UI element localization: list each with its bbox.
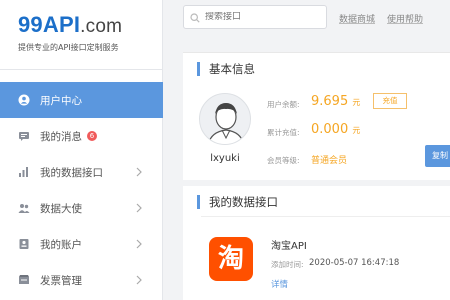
api-detail-link[interactable]: 详情 <box>271 278 288 290</box>
balance-value: 9.695 元 <box>311 94 360 109</box>
logo[interactable]: 99API.com <box>18 12 162 40</box>
sidebar: 99API.com 提供专业的API接口定制服务 用户中心 我的消息 6 我的数… <box>0 0 163 300</box>
sidebar-item-account[interactable]: 我的账户 <box>0 226 163 262</box>
sidebar-item-messages[interactable]: 我的消息 6 <box>0 118 163 154</box>
avatar[interactable] <box>199 93 251 145</box>
total-unit: 元 <box>352 126 361 135</box>
sidebar-item-label: 我的数据接口 <box>40 166 103 179</box>
top-bar: 数据商城 使用帮助 <box>163 0 450 38</box>
sidebar-nav: 用户中心 我的消息 6 我的数据接口 数据大使 我的账户 发票管理 <box>0 82 163 298</box>
search-input[interactable] <box>205 12 315 22</box>
recharge-button[interactable]: 充值 <box>373 93 407 109</box>
sidebar-item-label: 我的账户 <box>40 238 82 251</box>
balance-unit: 元 <box>352 98 361 107</box>
logo-main: 99API <box>18 12 81 37</box>
added-time-label: 添加时间: <box>271 260 304 269</box>
search-box[interactable] <box>183 5 327 29</box>
message-icon <box>18 130 30 142</box>
logo-suffix: .com <box>80 16 123 37</box>
sidebar-item-user-center[interactable]: 用户中心 <box>0 82 163 118</box>
chevron-right-icon <box>133 274 145 286</box>
total-recharge-value: 0.000 元 <box>311 122 360 137</box>
chevron-right-icon <box>133 238 145 250</box>
help-link[interactable]: 使用帮助 <box>387 12 423 25</box>
added-time-value: 2020-05-07 16:47:18 <box>309 258 400 268</box>
user-icon <box>18 94 30 106</box>
member-level-value: 普通会员 <box>311 156 348 166</box>
chevron-right-icon <box>133 166 145 178</box>
invoice-icon <box>18 274 30 286</box>
sidebar-item-ambassador[interactable]: 数据大使 <box>0 190 163 226</box>
unread-badge: 6 <box>87 131 97 141</box>
section-title: 我的数据接口 <box>197 195 278 209</box>
section-title: 基本信息 <box>197 62 255 76</box>
api-name[interactable]: 淘宝API <box>271 237 307 252</box>
sidebar-item-label: 发票管理 <box>40 274 82 287</box>
basic-info-panel: 基本信息 lxyuki 用户余额: 9.695 元 充值 累计充值: 0.000… <box>183 52 450 180</box>
account-icon <box>18 238 30 250</box>
balance-amount: 9.695 <box>311 94 349 109</box>
chevron-right-icon <box>133 202 145 214</box>
total-amount: 0.000 <box>311 122 349 137</box>
logo-area: 99API.com 提供专业的API接口定制服务 <box>0 0 162 70</box>
data-market-link[interactable]: 数据商城 <box>339 12 375 25</box>
balance-label: 用户余额: <box>267 100 300 109</box>
my-apis-panel: 我的数据接口 淘 淘宝API 添加时间: 2020-05-07 16:47:18… <box>183 186 450 300</box>
api-card[interactable]: 淘 淘宝API 添加时间: 2020-05-07 16:47:18 详情 <box>201 216 450 300</box>
chart-icon <box>18 166 30 178</box>
sidebar-item-my-apis[interactable]: 我的数据接口 <box>0 154 163 190</box>
taobao-icon: 淘 <box>209 237 253 281</box>
search-icon <box>190 8 200 27</box>
sidebar-item-label: 数据大使 <box>40 202 82 215</box>
people-icon <box>18 202 30 214</box>
slogan: 提供专业的API接口定制服务 <box>18 43 119 52</box>
member-level-label: 会员等级: <box>267 156 300 165</box>
avatar-illustration <box>207 103 245 144</box>
copy-button[interactable]: 复制 <box>425 145 450 167</box>
username: lxyuki <box>210 153 240 164</box>
sidebar-item-label: 我的消息 <box>40 130 82 143</box>
sidebar-item-label: 用户中心 <box>40 94 82 107</box>
total-recharge-label: 累计充值: <box>267 128 300 137</box>
sidebar-item-invoice[interactable]: 发票管理 <box>0 262 163 298</box>
